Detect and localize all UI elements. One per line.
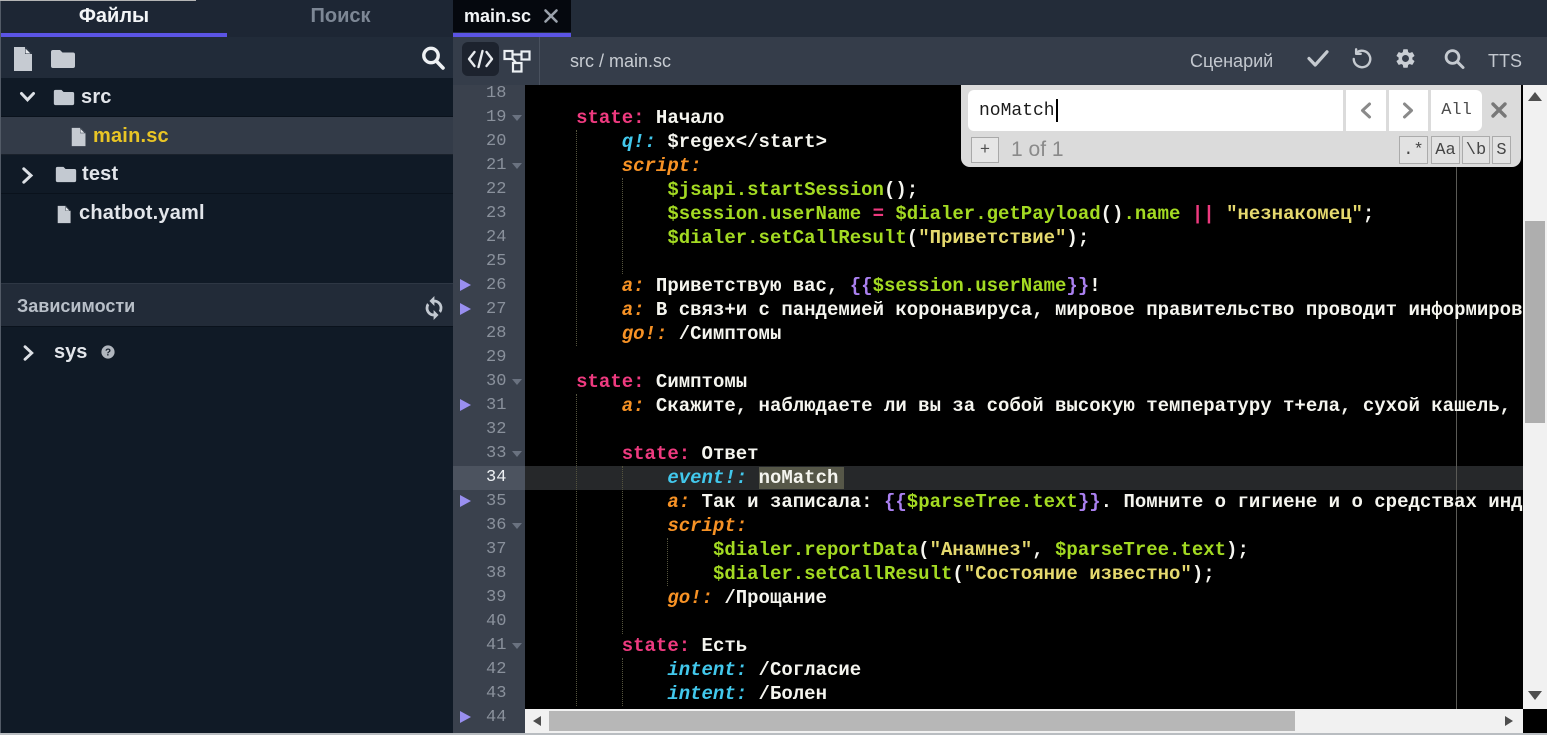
svg-text:?: ? — [105, 347, 111, 358]
